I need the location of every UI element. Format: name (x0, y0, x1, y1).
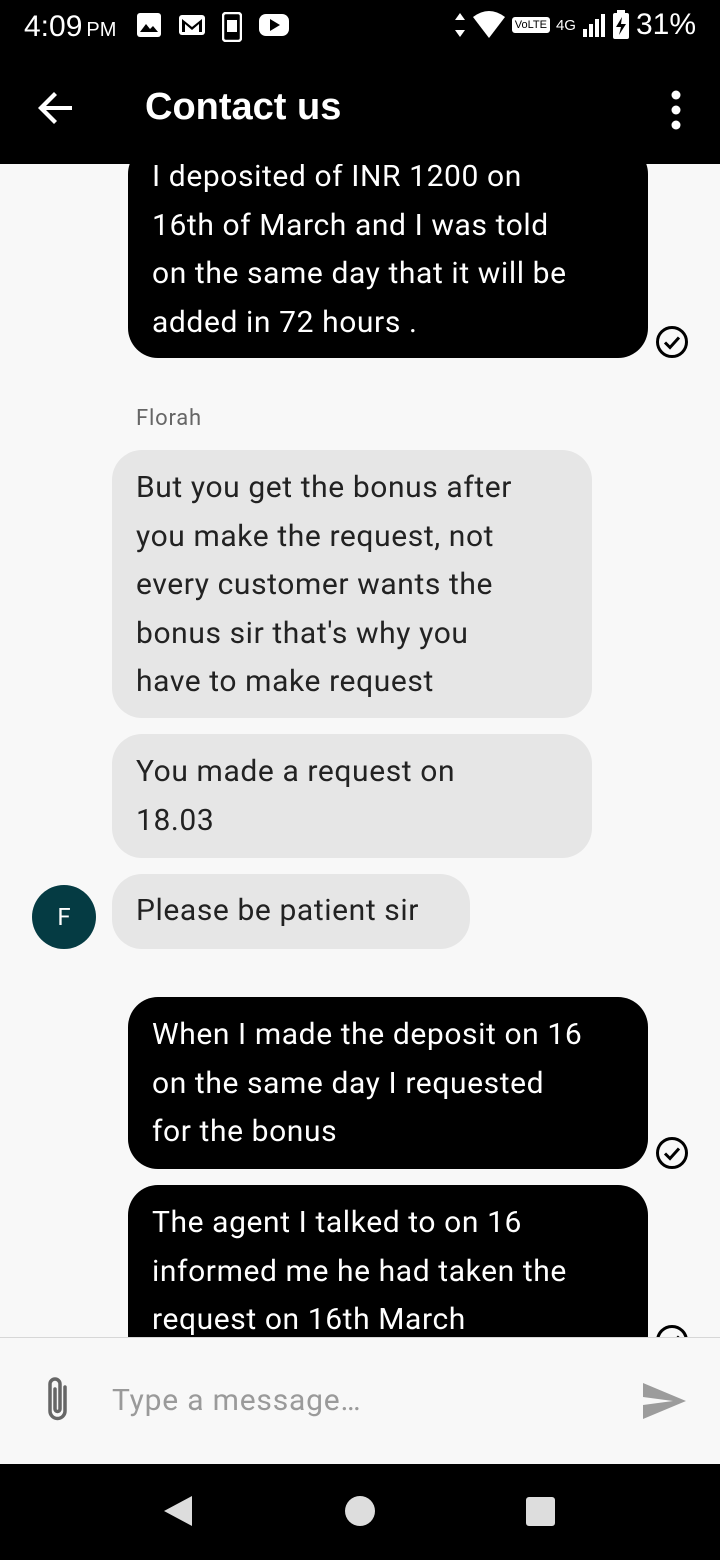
signal-icon (582, 14, 605, 37)
phone-icon (222, 12, 242, 42)
notification-icons (136, 12, 290, 42)
youtube-icon (259, 14, 289, 36)
check-circle-icon (656, 1137, 688, 1169)
message-line: for the bonus (152, 1114, 338, 1149)
sender-name: Florah (136, 406, 202, 431)
attach-button[interactable] (38, 1374, 78, 1426)
message-line: When I made the deposit on 16 (152, 1017, 583, 1052)
paperclip-icon (48, 1377, 67, 1421)
message-line: Please be patient sir (136, 893, 420, 928)
send-button[interactable] (640, 1380, 688, 1422)
back-button[interactable] (32, 84, 80, 132)
status-time: 4:09 PM (24, 10, 116, 44)
avatar: F (32, 885, 96, 949)
outgoing-message[interactable]: The agent I talked to on 16 informed me … (128, 1185, 648, 1337)
status-indicators: VoLTE 4G 31% (454, 8, 696, 42)
network-type: 4G (555, 16, 576, 34)
message-line: You made a request on (136, 754, 456, 789)
outgoing-message[interactable]: I deposited of INR 1200 on 16th of March… (128, 164, 648, 358)
message-line: on the same day I requested (152, 1065, 545, 1101)
incoming-message[interactable]: But you get the bonus after you make the… (112, 450, 592, 718)
status-time-ampm: PM (86, 19, 117, 41)
message-line: on the same day that it will be (152, 256, 567, 291)
check-circle-icon (656, 1325, 688, 1337)
arrow-left-icon (38, 92, 72, 124)
message-line: have to make request (136, 664, 434, 699)
chat-message-list[interactable]: I deposited of INR 1200 on 16th of March… (0, 164, 720, 1337)
nav-home-icon[interactable] (345, 1496, 375, 1526)
message-line: 16th of March and I was told (152, 207, 549, 243)
message-line: informed me he had taken the (152, 1253, 567, 1289)
check-circle-icon (656, 326, 688, 358)
message-composer (0, 1337, 720, 1464)
status-bar: 4:09 PM VoLTE 4G 31% (0, 0, 720, 56)
more-vert-icon (671, 90, 681, 130)
message-line: 18.03 (136, 802, 215, 838)
wifi-icon (472, 11, 505, 38)
message-line: I deposited of INR 1200 on (152, 164, 522, 194)
message-line: The agent I talked to on 16 (152, 1205, 522, 1240)
message-line: But you get the bonus after (136, 470, 513, 505)
nav-back-icon[interactable] (162, 1494, 194, 1528)
data-arrows-icon (454, 13, 465, 37)
gmail-icon (179, 15, 205, 35)
incoming-message[interactable]: You made a request on 18.03 (112, 734, 592, 858)
page-title: Contact us (145, 86, 342, 128)
app-bar: Contact us (0, 56, 720, 164)
outgoing-message[interactable]: When I made the deposit on 16 on the sam… (128, 997, 648, 1169)
message-input[interactable] (112, 1376, 612, 1424)
message-line: added in 72 hours . (152, 304, 418, 340)
status-time-value: 4:09 (24, 10, 83, 43)
nav-recents-icon[interactable] (526, 1497, 555, 1526)
incoming-message[interactable]: Please be patient sir (112, 874, 470, 949)
message-line: bonus sir that's why you (136, 615, 469, 651)
battery-charging-icon (612, 10, 629, 39)
message-line: you make the request, not (136, 518, 495, 554)
more-options-button[interactable] (656, 86, 696, 134)
battery-percent: 31% (635, 8, 696, 41)
system-navigation-bar (0, 1464, 720, 1560)
volte-badge: VoLTE (511, 17, 550, 33)
gallery-icon (137, 13, 161, 37)
message-line: every customer wants the (136, 567, 494, 602)
message-line: request on 16th March (152, 1302, 466, 1337)
send-icon (643, 1383, 686, 1419)
